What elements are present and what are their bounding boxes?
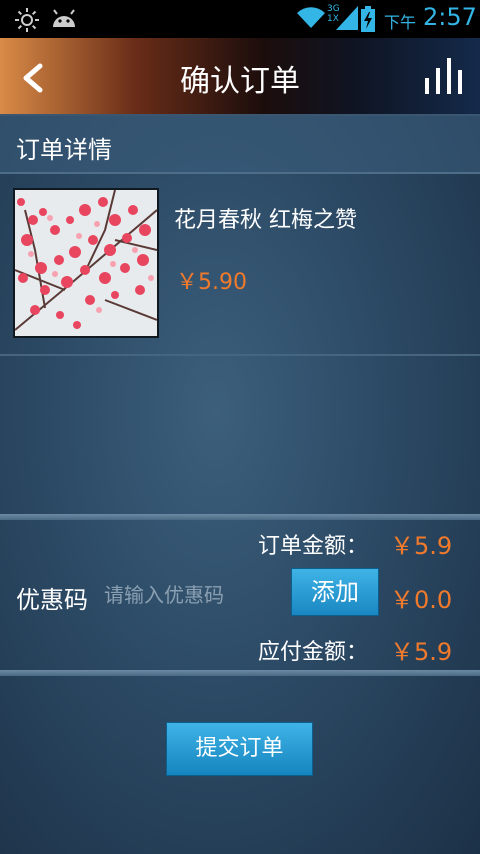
page-title: 确认订单 bbox=[180, 64, 300, 99]
payable-amount-value: ￥5.9 bbox=[390, 638, 453, 666]
summary-top-divider bbox=[0, 514, 480, 520]
status-time: 2:57 bbox=[423, 3, 477, 31]
product-name: 花月春秋 红梅之赞 bbox=[174, 208, 357, 233]
product-thumbnail bbox=[15, 190, 157, 336]
bar-chart-icon[interactable] bbox=[424, 58, 464, 94]
payable-amount-label: 应付金额： bbox=[258, 640, 369, 665]
order-amount-value: ￥5.9 bbox=[390, 532, 453, 560]
order-details-header: 订单详情 bbox=[0, 116, 480, 174]
title-bar: 确认订单 bbox=[0, 38, 480, 116]
add-coupon-button[interactable]: 添加 bbox=[291, 568, 379, 616]
order-amount-label: 订单金额： bbox=[258, 534, 369, 559]
submit-order-button[interactable]: 提交订单 bbox=[166, 722, 313, 776]
coupon-label: 优惠码 bbox=[16, 586, 88, 614]
signal-icon bbox=[336, 6, 358, 30]
coupon-code-input[interactable] bbox=[104, 578, 284, 612]
plum-blossom-image bbox=[15, 190, 157, 336]
product-list-item[interactable]: 花月春秋 红梅之赞 ￥5.90 bbox=[0, 176, 480, 356]
status-ampm: 下午 bbox=[384, 13, 417, 32]
section-title: 订单详情 bbox=[16, 136, 112, 164]
product-price: ￥5.90 bbox=[176, 270, 247, 295]
summary-bottom-divider bbox=[0, 670, 480, 676]
android-icon bbox=[53, 9, 75, 27]
status-bar: 3G 1X 下午 2:57 bbox=[0, 0, 480, 38]
wifi-icon bbox=[297, 7, 325, 29]
brightness-icon bbox=[15, 8, 39, 32]
battery-charging-icon bbox=[361, 6, 375, 32]
discount-value: ￥0.0 bbox=[390, 586, 453, 614]
